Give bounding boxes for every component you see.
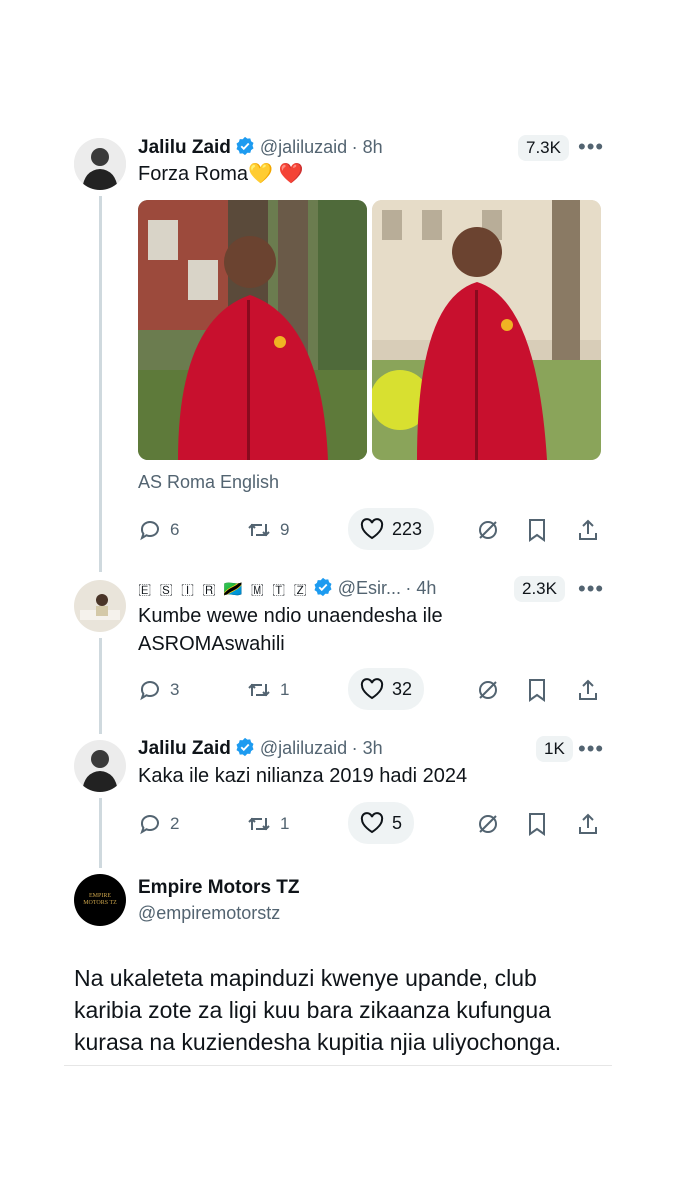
tweet-text: Forza Roma💛 ❤️: [138, 163, 304, 185]
caption-line: karibia zote za ligi kuu bara zikaanza k…: [74, 997, 551, 1023]
tweet-header: 🇪 🇸 🇮 🇷 🇹🇿 🇲 🇹 🇿 @Esir... · 4h: [138, 577, 436, 599]
reply-button[interactable]: 6: [138, 510, 179, 550]
like-button[interactable]: 223: [348, 508, 434, 550]
source-attribution[interactable]: AS Roma English: [138, 472, 279, 493]
reply-icon: [140, 521, 159, 541]
caption-text: Na ukaleteta mapinduzi kwenye upande, cl…: [74, 962, 561, 1058]
verified-icon: [314, 577, 332, 597]
retweet-button[interactable]: 9: [246, 510, 289, 550]
caption-line: Na ukaleteta mapinduzi kwenye upande, cl…: [74, 965, 537, 991]
reply-icon: [140, 681, 159, 701]
avatar[interactable]: EMPIRE MOTORS TZ: [74, 874, 126, 926]
grok-icon: [479, 815, 497, 833]
author-handle[interactable]: @jaliluzaid: [260, 738, 347, 758]
verified-icon: [236, 737, 254, 757]
grok-button[interactable]: [476, 510, 500, 550]
tweet-photo-right[interactable]: [372, 200, 601, 460]
tweet-text: Kumbe wewe ndio unaendesha ile ASROMAswa…: [138, 602, 443, 658]
like-count: 5: [391, 812, 402, 833]
like-count: 32: [391, 678, 413, 699]
retweet-icon: [248, 683, 270, 697]
bookmark-button[interactable]: [526, 804, 548, 844]
reply-button[interactable]: 2: [138, 804, 179, 844]
share-icon: [579, 519, 597, 540]
retweet-count: 9: [280, 520, 290, 539]
grok-icon: [479, 521, 497, 539]
more-icon[interactable]: •••: [578, 576, 604, 602]
avatar[interactable]: [74, 580, 126, 632]
reply-count: 3: [170, 680, 180, 699]
retweet-icon: [248, 523, 270, 537]
view-count: 7.3K: [518, 135, 569, 161]
bookmark-icon: [529, 813, 545, 836]
more-icon[interactable]: •••: [578, 736, 604, 762]
divider: [64, 1065, 612, 1066]
retweet-button[interactable]: 1: [246, 804, 289, 844]
grok-button[interactable]: [476, 670, 500, 710]
retweet-count: 1: [280, 814, 290, 833]
bookmark-icon: [529, 519, 545, 542]
heart-icon: [360, 518, 384, 540]
tweet-text: Kaka ile kazi nilianza 2019 hadi 2024: [138, 765, 468, 787]
tweet-header: Jalilu Zaid @jaliluzaid · 8h: [138, 136, 383, 159]
view-count: 1K: [536, 736, 573, 762]
poster-name[interactable]: Empire Motors TZ: [138, 877, 300, 899]
grok-button[interactable]: [476, 804, 500, 844]
reply-count: 2: [170, 814, 180, 833]
share-button[interactable]: [576, 804, 600, 844]
avatar[interactable]: [74, 740, 126, 792]
retweet-count: 1: [280, 680, 290, 699]
reply-icon: [140, 815, 159, 835]
timestamp[interactable]: · 3h: [352, 738, 383, 758]
poster-handle[interactable]: @empiremotorstz: [138, 903, 280, 924]
share-button[interactable]: [576, 670, 600, 710]
share-button[interactable]: [576, 510, 600, 550]
bookmark-button[interactable]: [526, 670, 548, 710]
like-button[interactable]: 32: [348, 668, 424, 710]
tweet-header: Jalilu Zaid @jaliluzaid · 3h: [138, 737, 383, 760]
thread-line: [99, 196, 102, 572]
author-name[interactable]: 🇪 🇸 🇮 🇷 🇹🇿 🇲 🇹 🇿: [138, 581, 309, 598]
avatar[interactable]: [74, 138, 126, 190]
caption-line: kurasa na kuziendesha kupitia njia uliyo…: [74, 1029, 562, 1055]
verified-icon: [236, 136, 254, 156]
retweet-button[interactable]: 1: [246, 670, 289, 710]
tweet-text-line: Kumbe wewe ndio unaendesha ile: [138, 605, 443, 627]
thread-line: [99, 638, 102, 734]
grok-icon: [479, 681, 497, 699]
author-handle[interactable]: @jaliluzaid: [260, 137, 347, 157]
author-handle[interactable]: @Esir...: [338, 578, 401, 598]
thread-line: [99, 798, 102, 868]
action-bar: 3 1 32: [138, 668, 608, 710]
reply-button[interactable]: 3: [138, 670, 179, 710]
author-name[interactable]: Jalilu Zaid: [138, 738, 231, 759]
share-icon: [579, 679, 597, 700]
more-icon[interactable]: •••: [578, 134, 604, 160]
reply-count: 6: [170, 520, 180, 539]
like-button[interactable]: 5: [348, 802, 414, 844]
heart-icon: [360, 678, 384, 700]
heart-icon: [360, 812, 384, 834]
action-bar: 6 9 223: [138, 508, 608, 550]
timestamp[interactable]: · 4h: [405, 578, 436, 598]
retweet-icon: [248, 817, 270, 831]
bookmark-icon: [529, 679, 545, 702]
avatar-logo-text: EMPIRE MOTORS TZ: [83, 893, 117, 906]
author-name[interactable]: Jalilu Zaid: [138, 137, 231, 158]
tweet-text-line: ASROMAswahili: [138, 633, 285, 655]
like-count: 223: [391, 518, 423, 539]
share-icon: [579, 813, 597, 834]
view-count: 2.3K: [514, 576, 565, 602]
timestamp[interactable]: · 8h: [352, 137, 383, 157]
bookmark-button[interactable]: [526, 510, 548, 550]
tweet-photo-left[interactable]: [138, 200, 367, 460]
action-bar: 2 1 5: [138, 802, 608, 844]
